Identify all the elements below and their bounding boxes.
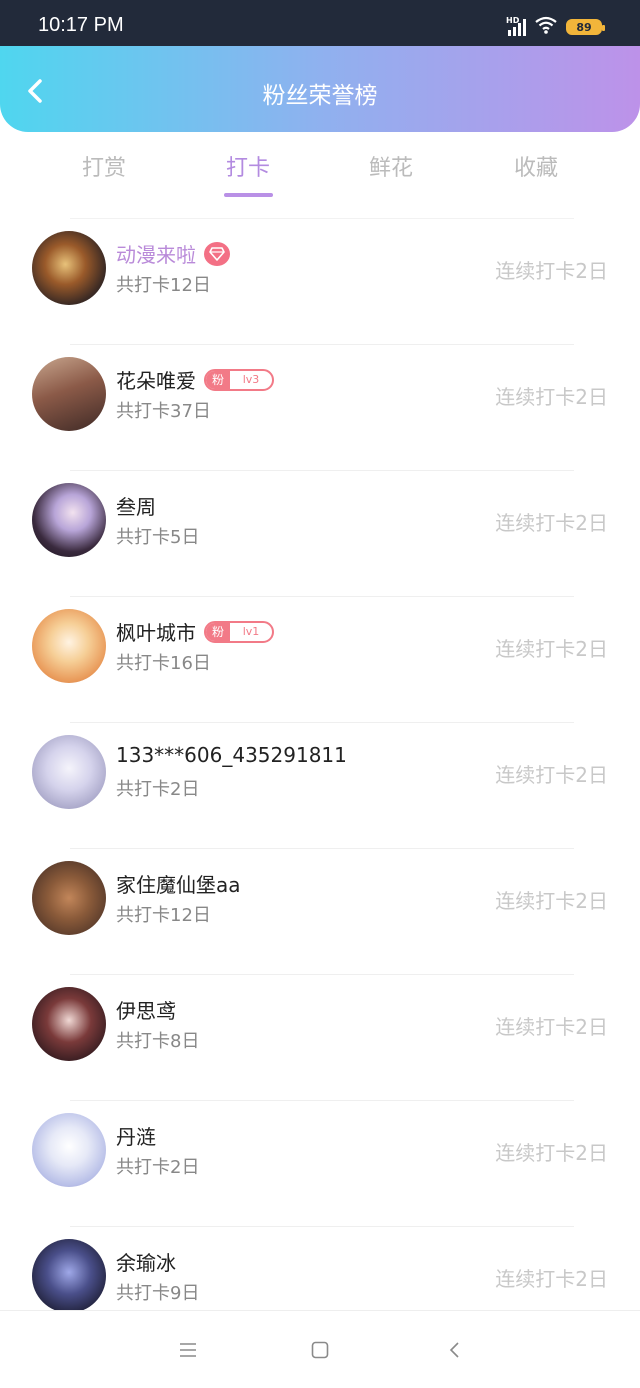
list-item[interactable]: 家住魔仙堡aa 共打卡12日 连续打卡2日 [32,848,608,974]
menu-icon [180,1343,196,1357]
streak-days: 连续打卡2日 [495,1141,608,1165]
fan-name: 余瑜冰 [116,1251,176,1275]
fan-badge-level: lv3 [242,373,260,386]
avatar[interactable] [32,987,106,1061]
avatar[interactable] [32,357,106,431]
avatar[interactable] [32,861,106,935]
header-bar: 粉丝荣誉榜 [0,46,640,132]
total-checkins: 共打卡9日 [116,1283,200,1304]
system-back-button[interactable] [434,1337,474,1363]
status-time: 10:17 PM [38,14,124,36]
fan-name: 枫叶城市 [116,621,196,645]
list-item[interactable]: 花朵唯爱 粉 lv3 共打卡37日 连续打卡2日 [32,344,608,470]
total-checkins: 共打卡2日 [116,1157,200,1178]
system-nav-bar [0,1310,640,1388]
page-title: 粉丝荣誉榜 [262,83,378,109]
streak-days: 连续打卡2日 [495,763,608,787]
fan-name: 家住魔仙堡aa [116,873,241,897]
fan-name: 花朵唯爱 [116,369,196,393]
list-item[interactable]: 枫叶城市 粉 lv1 共打卡16日 连续打卡2日 [32,596,608,722]
tab-checkin[interactable]: 打卡 [198,150,298,182]
list-item[interactable]: 133***606_435291811 共打卡2日 连续打卡2日 [32,722,608,848]
fan-badge-label: 粉 [206,622,230,641]
fan-name: 动漫来啦 [116,243,196,267]
tab-reward[interactable]: 打赏 [54,150,154,182]
wifi-icon [534,15,558,39]
avatar[interactable] [32,1113,106,1187]
total-checkins: 共打卡16日 [116,653,211,674]
fan-badge-label: 粉 [206,370,230,389]
total-checkins: 共打卡12日 [116,905,211,926]
status-icons: HD 89 [506,15,605,39]
list-item[interactable]: 丹涟 共打卡2日 连续打卡2日 [32,1100,608,1226]
home-square-icon [311,1341,329,1359]
battery-icon: 89 [566,19,605,35]
fan-badge-level: lv1 [242,625,260,638]
status-bar: 10:17 PM HD 89 [0,0,640,48]
streak-days: 连续打卡2日 [495,1015,608,1039]
streak-days: 连续打卡2日 [495,511,608,535]
tab-bar: 打赏 打卡 鲜花 收藏 [0,140,640,204]
menu-button[interactable] [168,1337,208,1363]
avatar[interactable] [32,1239,106,1313]
fan-name: 叁周 [116,495,156,519]
back-triangle-icon [449,1342,459,1358]
list-item[interactable]: 动漫来啦 共打卡12日 连续打卡2日 [32,218,608,344]
avatar[interactable] [32,735,106,809]
signal-icon: HD [506,16,526,36]
fan-level-badge: 粉 lv1 [204,620,274,643]
list-item[interactable]: 伊思鸢 共打卡8日 连续打卡2日 [32,974,608,1100]
total-checkins: 共打卡2日 [116,779,200,800]
active-tab-indicator [224,193,273,197]
network-type-label: HD [506,16,520,25]
fan-list: 动漫来啦 共打卡12日 连续打卡2日 花朵唯爱 粉 lv3 共打卡37日 连续打… [0,218,640,1352]
fan-name: 伊思鸢 [116,999,176,1023]
tab-flowers[interactable]: 鲜花 [341,150,441,182]
total-checkins: 共打卡8日 [116,1031,200,1052]
fan-name: 133***606_435291811 [116,743,347,767]
list-item[interactable]: 叁周 共打卡5日 连续打卡2日 [32,470,608,596]
avatar[interactable] [32,609,106,683]
total-checkins: 共打卡5日 [116,527,200,548]
fan-level-badge: 粉 lv3 [204,368,274,391]
streak-days: 连续打卡2日 [495,259,608,283]
streak-days: 连续打卡2日 [495,637,608,661]
avatar[interactable] [32,483,106,557]
total-checkins: 共打卡12日 [116,275,211,296]
home-button[interactable] [300,1337,340,1363]
avatar[interactable] [32,231,106,305]
fan-name: 丹涟 [116,1125,156,1149]
streak-days: 连续打卡2日 [495,385,608,409]
streak-days: 连续打卡2日 [495,889,608,913]
tab-favorites[interactable]: 收藏 [486,150,586,182]
streak-days: 连续打卡2日 [495,1267,608,1291]
total-checkins: 共打卡37日 [116,401,211,422]
diamond-icon [204,241,230,266]
